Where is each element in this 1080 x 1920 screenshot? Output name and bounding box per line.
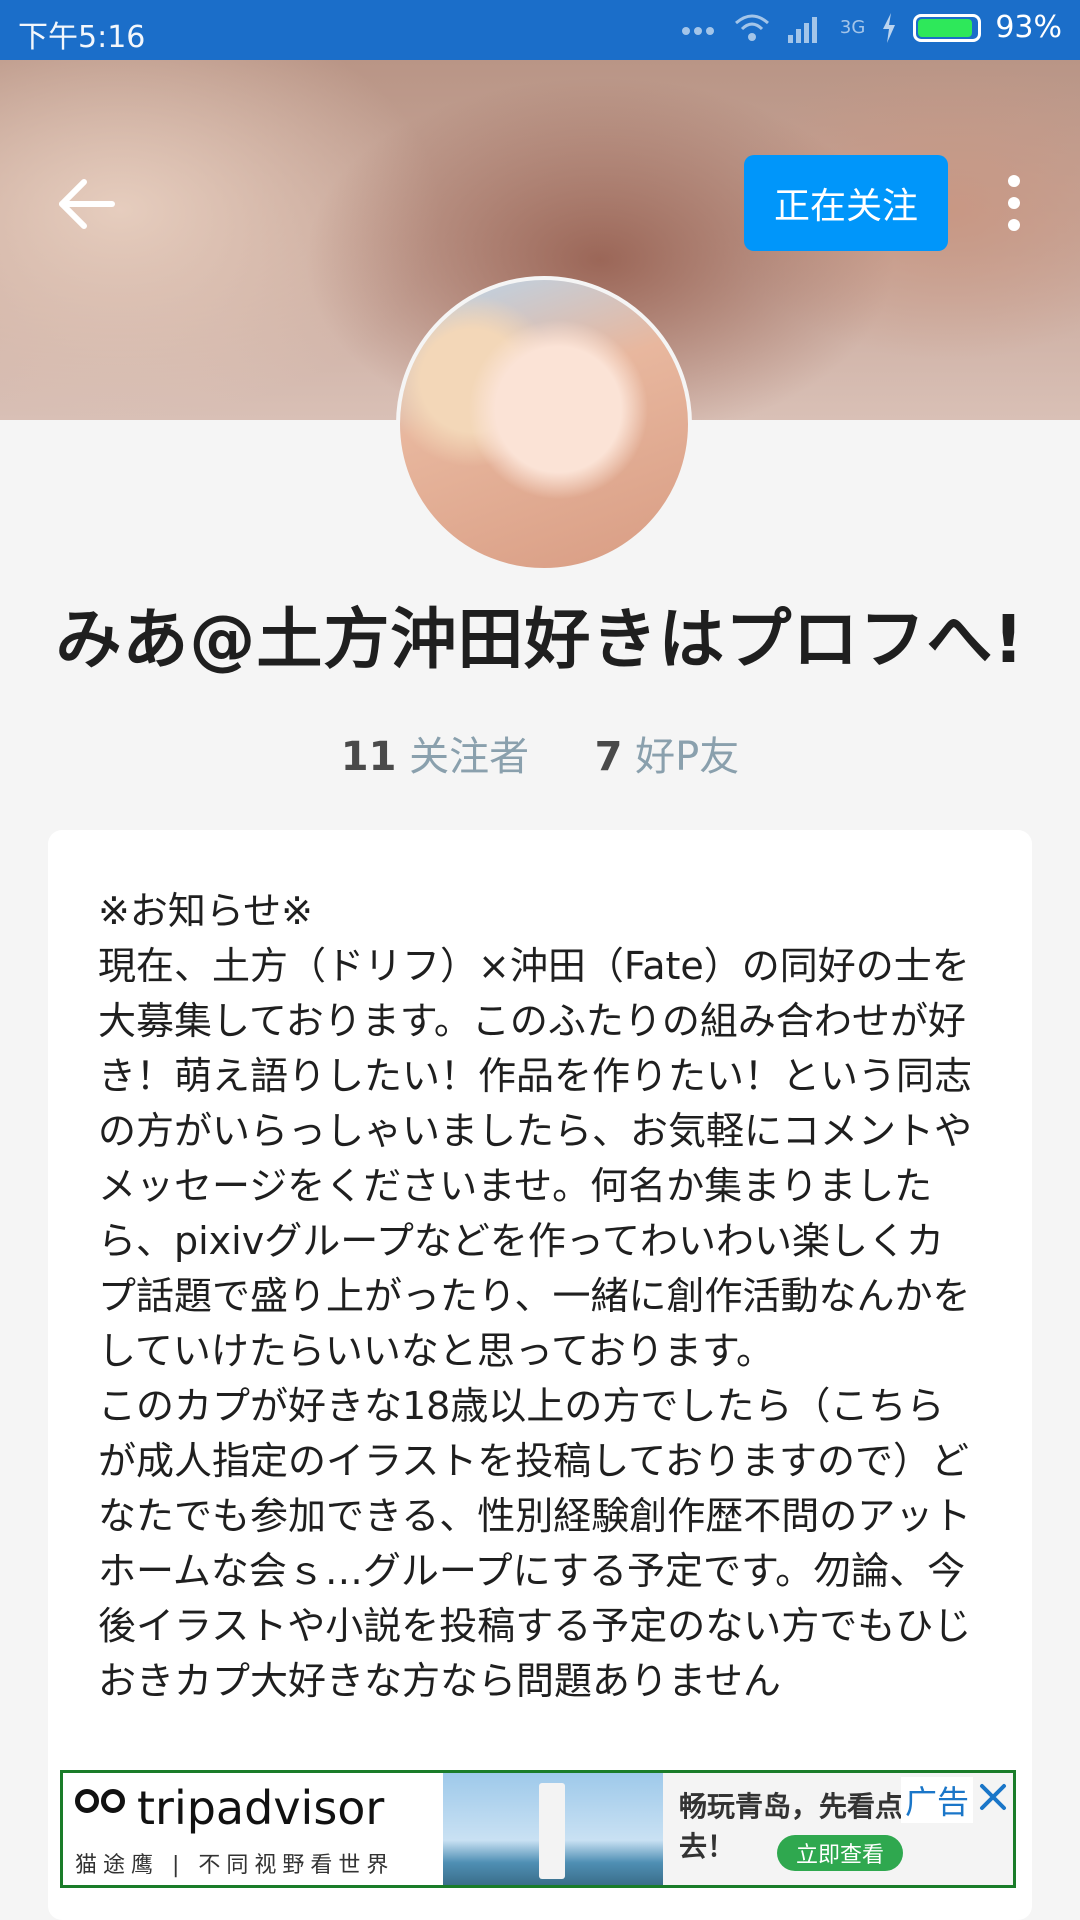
battery-percent: 93% bbox=[995, 10, 1062, 45]
owl-logo-icon bbox=[75, 1789, 135, 1829]
signal-icon bbox=[787, 16, 817, 43]
charging-icon bbox=[883, 12, 896, 43]
profile-stats: 11 关注者 7 好P友 bbox=[0, 724, 1080, 782]
ad-brand-area: tripadvisor 猫途鹰 | 不同视野看世界 bbox=[63, 1773, 443, 1885]
dots-icon bbox=[681, 26, 714, 35]
status-time: 下午5:16 bbox=[18, 20, 146, 55]
friends-label: 好P友 bbox=[635, 734, 740, 780]
following-button[interactable]: 正在关注 bbox=[744, 155, 948, 251]
battery-icon bbox=[913, 13, 982, 42]
more-vertical-icon[interactable] bbox=[1000, 175, 1028, 233]
followers-stat[interactable]: 11 关注者 bbox=[341, 734, 529, 780]
friends-count: 7 bbox=[594, 734, 623, 780]
profile-name: みあ@土方沖田好きはプロフへ! bbox=[55, 601, 1025, 678]
friends-stat[interactable]: 7 好P友 bbox=[595, 734, 740, 780]
lighthouse-image bbox=[539, 1783, 565, 1879]
ad-banner[interactable]: tripadvisor 猫途鹰 | 不同视野看世界 畅玩青岛，先看点评再去！ 立… bbox=[60, 1770, 1016, 1888]
close-icon[interactable] bbox=[977, 1781, 1009, 1813]
followers-label: 关注者 bbox=[409, 734, 530, 780]
ad-cta-button[interactable]: 立即查看 bbox=[777, 1835, 903, 1871]
ad-photo bbox=[443, 1773, 663, 1885]
avatar[interactable] bbox=[396, 276, 692, 572]
status-bar: 下午5:16 3G 93% bbox=[0, 0, 1080, 60]
ad-brand-sub: 猫途鹰 | 不同视野看世界 bbox=[75, 1853, 395, 1878]
bio-card: ※お知らせ※ 現在、土方（ドリフ）×沖田（Fate）の同好の士を大募集しておりま… bbox=[48, 830, 1032, 1920]
ad-brand: tripadvisor bbox=[137, 1781, 385, 1835]
followers-count: 11 bbox=[340, 734, 397, 780]
bio-text: ※お知らせ※ 現在、土方（ドリフ）×沖田（Fate）の同好の士を大募集しておりま… bbox=[98, 889, 973, 1703]
wifi-icon bbox=[734, 14, 769, 41]
network-type: 3G bbox=[839, 17, 866, 38]
status-icons: 3G 93% bbox=[678, 10, 1062, 45]
ad-tag: 广告 bbox=[901, 1777, 974, 1823]
arrow-left-icon[interactable] bbox=[56, 178, 116, 230]
